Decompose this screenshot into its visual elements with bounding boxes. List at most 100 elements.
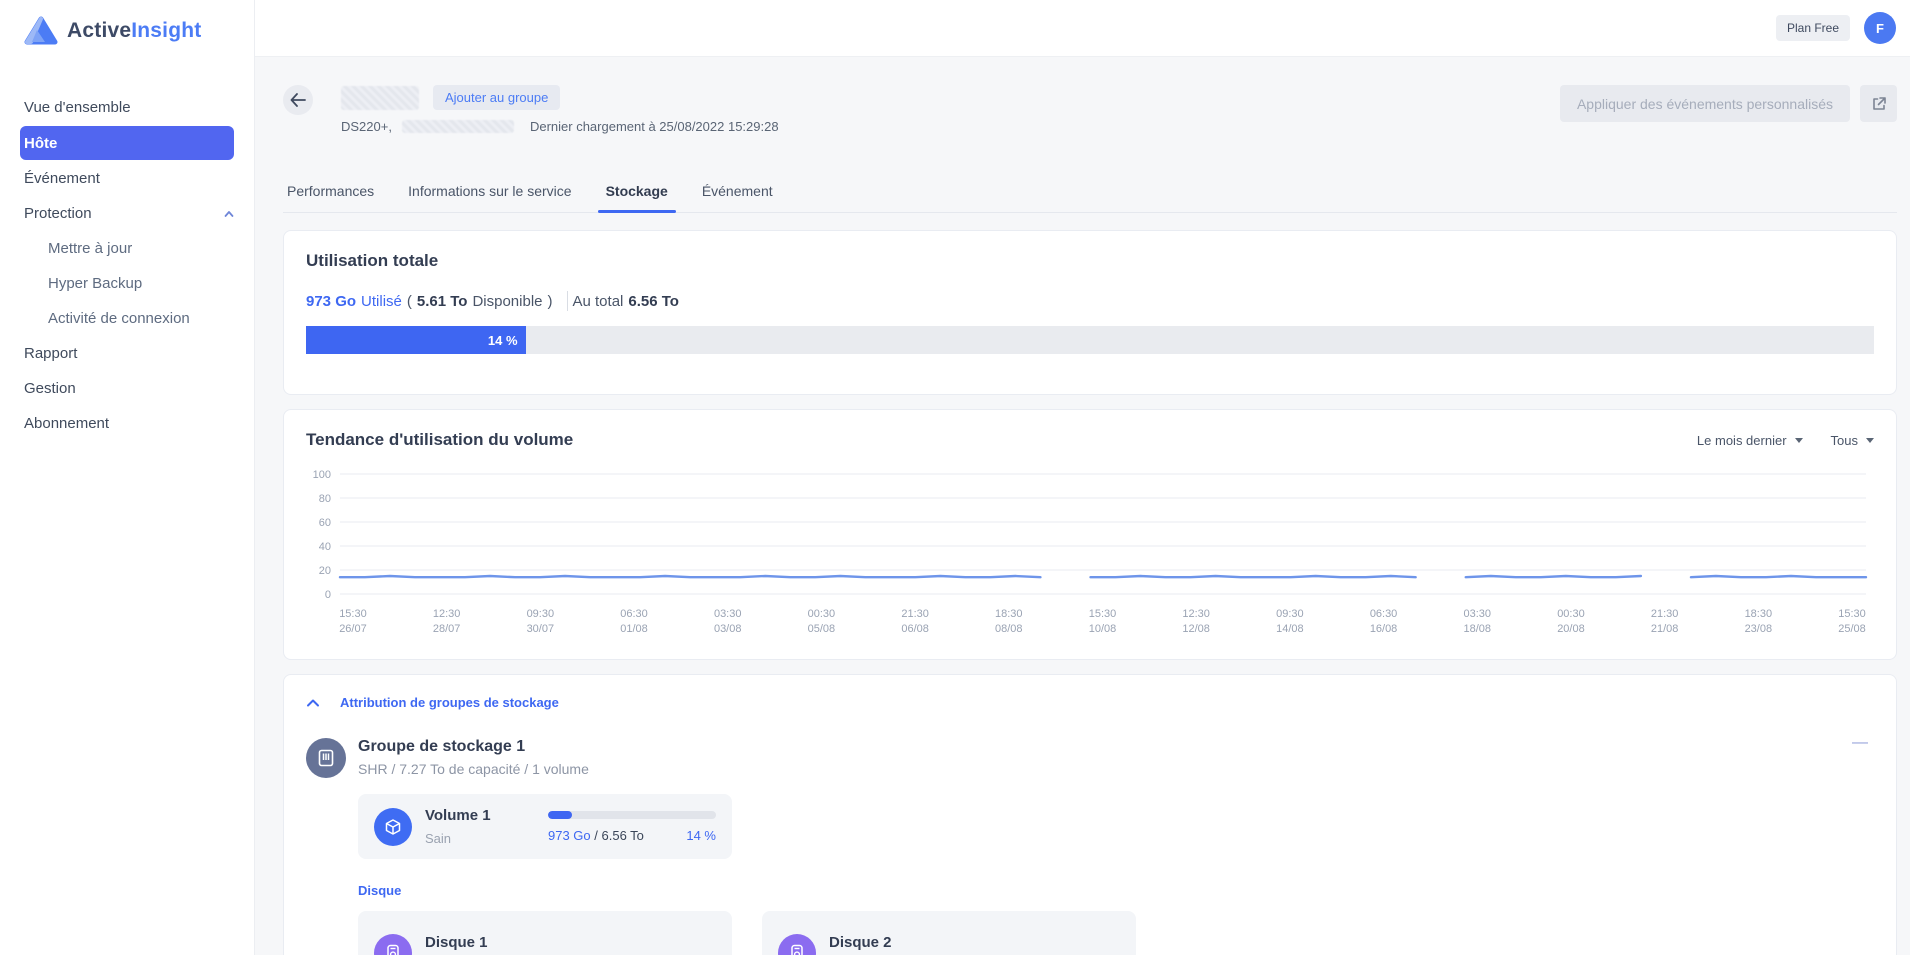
- sidebar-item-gestion[interactable]: Gestion: [0, 371, 254, 406]
- sidebar-nav: Vue d'ensemble Hôte Événement Protection…: [0, 90, 254, 441]
- svg-text:05/08: 05/08: [808, 623, 835, 635]
- sidebar-item-mettre-a-jour[interactable]: Mettre à jour: [0, 231, 254, 266]
- disks-link[interactable]: Disque: [358, 883, 1874, 898]
- redacted-serial: [401, 120, 514, 133]
- svg-text:30/07: 30/07: [527, 623, 554, 635]
- tab-bar: Performances Informations sur le service…: [283, 179, 1897, 213]
- volume-used: 973 Go: [548, 827, 591, 843]
- storage-group-name: Groupe de stockage 1: [358, 738, 526, 755]
- collapse-minus-icon[interactable]: —: [1846, 735, 1874, 751]
- volume-percent: 14 %: [686, 827, 716, 843]
- storage-group-subtitle: SHR / 7.27 To de capacité / 1 volume: [358, 761, 589, 777]
- chevron-down-icon: [1866, 437, 1874, 443]
- usage-summary: 973 Go Utilisé ( 5.61 To Disponible ) Au…: [306, 291, 679, 311]
- svg-text:08/08: 08/08: [995, 623, 1022, 635]
- svg-text:03/08: 03/08: [714, 623, 741, 635]
- main-column: Plan Free F Ajouter au groupe DS220+, De…: [255, 0, 1910, 955]
- svg-text:06/08: 06/08: [901, 623, 928, 635]
- content: Ajouter au groupe DS220+, Dernier charge…: [255, 57, 1910, 955]
- app-root: ActiveInsight Vue d'ensemble Hôte Événem…: [0, 0, 1910, 955]
- available-label: Disponible: [472, 292, 543, 310]
- total-usage-card: Utilisation totale 973 Go Utilisé ( 5.61…: [283, 230, 1897, 395]
- svg-text:03:30: 03:30: [1464, 608, 1491, 620]
- total-value: 6.56 To: [628, 292, 679, 310]
- disk-name: Disque 2: [829, 933, 892, 951]
- usage-card-title: Utilisation totale: [306, 251, 439, 270]
- svg-text:15:30: 15:30: [1089, 608, 1116, 620]
- disk-icon: [778, 934, 816, 955]
- apply-custom-events-button[interactable]: Appliquer des événements personnalisés: [1559, 85, 1850, 122]
- svg-text:10/08: 10/08: [1089, 623, 1116, 635]
- redacted-device-name: [341, 85, 419, 110]
- svg-text:25/08: 25/08: [1838, 623, 1865, 635]
- device-model: DS220+,: [341, 119, 392, 134]
- logo-icon: [24, 16, 58, 45]
- svg-text:15:30: 15:30: [339, 608, 366, 620]
- storage-groups-title: Attribution de groupes de stockage: [340, 695, 559, 710]
- chevron-down-icon: [1794, 437, 1803, 443]
- add-to-group-button[interactable]: Ajouter au groupe: [433, 85, 561, 110]
- plan-badge[interactable]: Plan Free: [1775, 15, 1850, 41]
- svg-text:09:30: 09:30: [1276, 608, 1303, 620]
- svg-text:14/08: 14/08: [1276, 623, 1303, 635]
- avatar[interactable]: F: [1864, 12, 1896, 44]
- volume-icon: [374, 807, 412, 846]
- app-title: ActiveInsight: [67, 19, 202, 42]
- open-external-button[interactable]: [1860, 85, 1897, 122]
- volume-usage-line-chart: 0 20 40 60 80 100 15:30 26/07 12:30 28/07 09:30 30/…: [306, 464, 1874, 647]
- sidebar-item-hote[interactable]: Hôte: [20, 126, 234, 160]
- external-link-icon: [1872, 96, 1886, 110]
- volume-trend-card: Tendance d'utilisation du volume Le mois…: [283, 409, 1897, 660]
- usage-progress-bar: 14 %: [306, 326, 1874, 354]
- tab-performances[interactable]: Performances: [285, 179, 376, 212]
- svg-text:60: 60: [319, 517, 331, 529]
- used-value: 973 Go: [306, 292, 357, 310]
- sidebar-item-abonnement[interactable]: Abonnement: [0, 406, 254, 441]
- usage-percent-label: 14 %: [487, 332, 518, 348]
- app-logo[interactable]: ActiveInsight: [0, 0, 254, 46]
- svg-text:18:30: 18:30: [995, 608, 1022, 620]
- volume-name: Volume 1: [425, 807, 491, 824]
- svg-text:09:30: 09:30: [527, 608, 554, 620]
- tab-evenement[interactable]: Événement: [700, 179, 775, 212]
- volume-status: Sain: [425, 831, 452, 846]
- tab-informations-service[interactable]: Informations sur le service: [406, 179, 573, 212]
- time-range-select[interactable]: Le mois dernier: [1697, 433, 1803, 448]
- volume-card[interactable]: Volume 1 Sain 973 Go / 6.56 To 14 %: [358, 794, 732, 859]
- total-label: Au total: [572, 292, 624, 310]
- tab-stockage[interactable]: Stockage: [597, 179, 677, 213]
- svg-text:01/08: 01/08: [620, 623, 647, 635]
- sidebar-item-evenement[interactable]: Événement: [0, 161, 254, 196]
- usage-progress-fill: 14 %: [306, 326, 526, 354]
- svg-text:23/08: 23/08: [1745, 623, 1772, 635]
- storage-group-icon: [306, 738, 346, 778]
- disk-card-1[interactable]: Disque 1 Normal / Synology HAT5300-8T: [358, 911, 732, 955]
- sidebar-item-protection[interactable]: Protection: [0, 196, 254, 231]
- svg-text:12:30: 12:30: [1182, 608, 1209, 620]
- storage-groups-toggle[interactable]: Attribution de groupes de stockage: [306, 695, 1874, 710]
- svg-text:12/08: 12/08: [1182, 623, 1209, 635]
- trend-card-title: Tendance d'utilisation du volume: [306, 430, 574, 449]
- back-button[interactable]: [283, 85, 313, 115]
- page-header: Ajouter au groupe DS220+, Dernier charge…: [283, 85, 1897, 145]
- scope-select[interactable]: Tous: [1831, 433, 1874, 448]
- svg-text:0: 0: [325, 589, 331, 601]
- svg-text:26/07: 26/07: [339, 623, 366, 635]
- arrow-left-icon: [290, 93, 306, 107]
- svg-text:06:30: 06:30: [620, 608, 647, 620]
- sidebar-item-rapport[interactable]: Rapport: [0, 336, 254, 371]
- disk-icon: [374, 934, 412, 955]
- disks-row: Disque 1 Normal / Synology HAT5300-8T: [358, 911, 1874, 955]
- svg-text:18/08: 18/08: [1464, 623, 1491, 635]
- disk-card-2[interactable]: Disque 2 Normal / Synology HAT5300-8T: [762, 911, 1136, 955]
- svg-text:20: 20: [319, 565, 331, 577]
- svg-text:12:30: 12:30: [433, 608, 460, 620]
- sidebar-item-activite-connexion[interactable]: Activité de connexion: [0, 301, 254, 336]
- volume-total: 6.56 To: [601, 827, 644, 843]
- svg-text:20/08: 20/08: [1557, 623, 1584, 635]
- svg-text:00:30: 00:30: [808, 608, 835, 620]
- available-value: 5.61 To: [416, 292, 468, 310]
- sidebar-item-vue-densemble[interactable]: Vue d'ensemble: [0, 90, 254, 125]
- sidebar-item-hyper-backup[interactable]: Hyper Backup: [0, 266, 254, 301]
- svg-text:28/07: 28/07: [433, 623, 460, 635]
